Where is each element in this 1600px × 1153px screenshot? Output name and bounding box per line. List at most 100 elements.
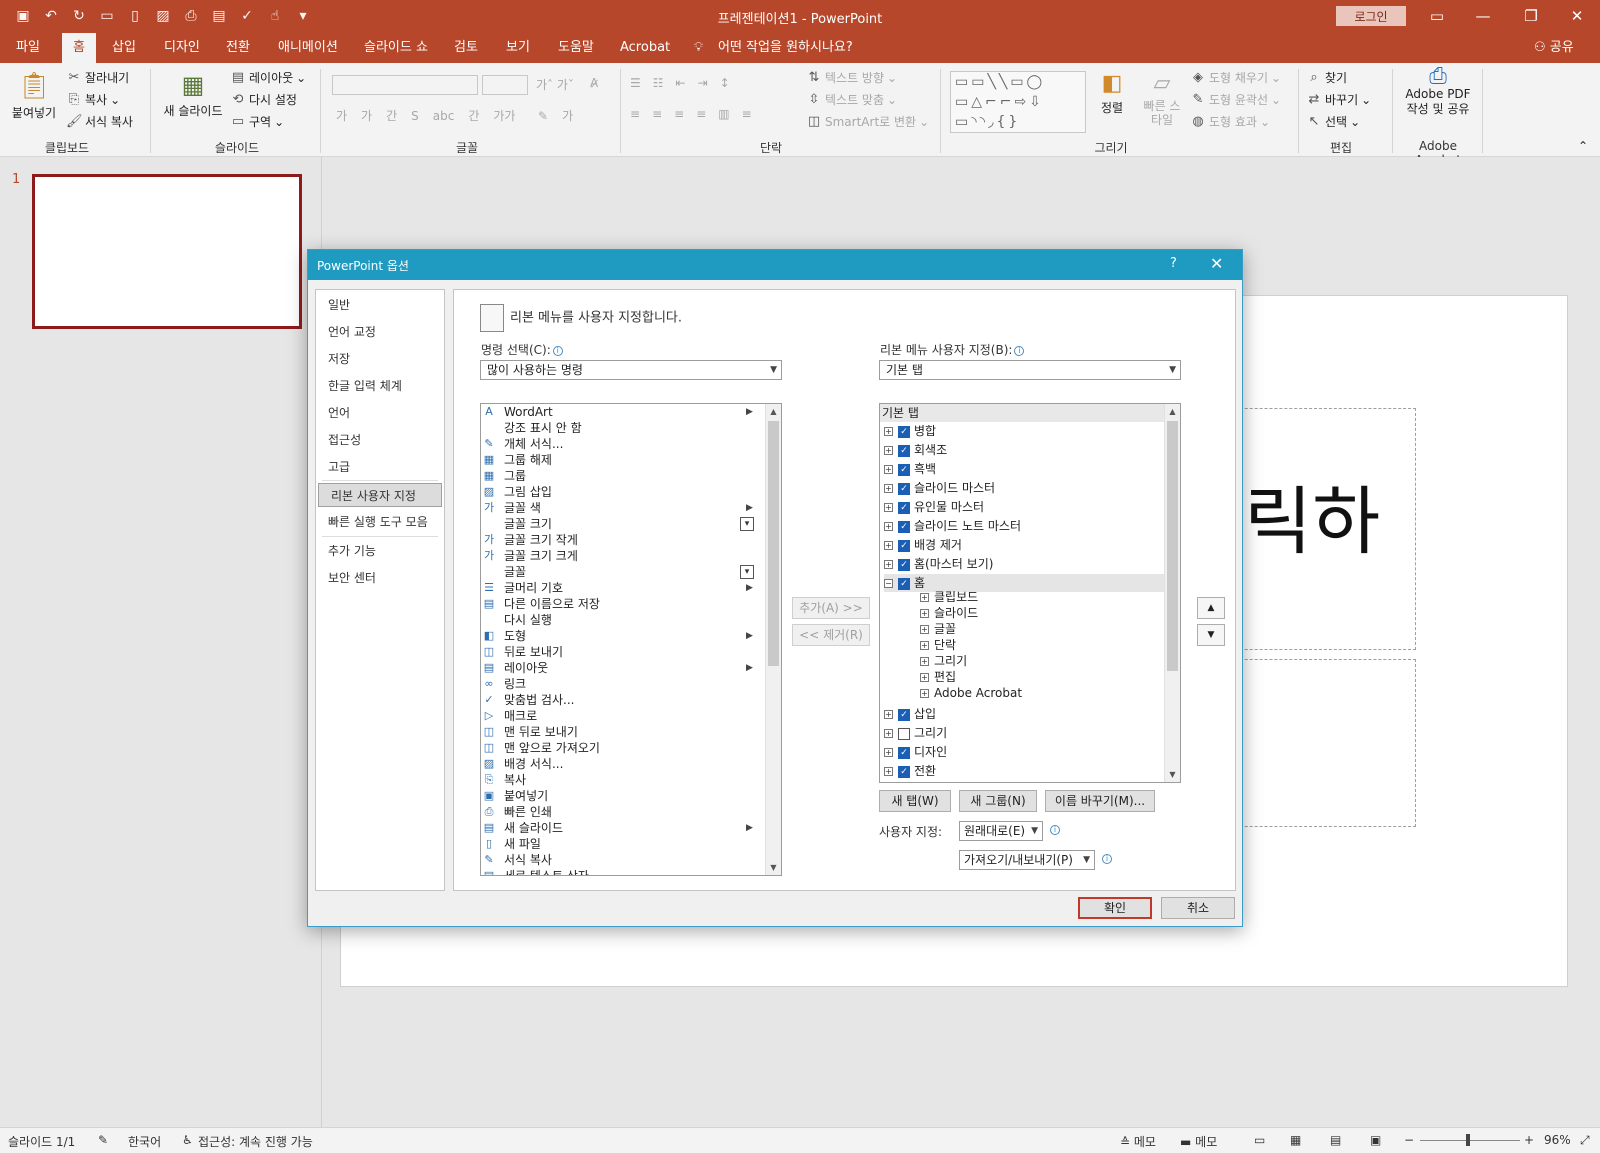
command-item[interactable]: ⎙ 빠른 인쇄 — [481, 804, 761, 820]
slide-thumbnail[interactable] — [32, 174, 302, 329]
add-button[interactable]: 추가(A) >> — [792, 597, 870, 619]
command-item[interactable]: 글꼴 ▾ — [481, 564, 761, 580]
tree-node[interactable]: + ✓ 흑백 — [884, 460, 1164, 478]
tree-node[interactable]: + ✓ 전환 — [884, 762, 1164, 780]
expand-icon[interactable]: + — [884, 541, 893, 550]
tab-checkbox[interactable]: ✓ — [898, 444, 910, 457]
command-item[interactable]: ▣ 붙여넣기 — [481, 788, 761, 804]
commands-scrollbar[interactable]: ▲ ▼ — [765, 404, 781, 875]
nav-save[interactable]: 저장 — [316, 347, 444, 371]
expand-icon[interactable]: + — [884, 503, 893, 512]
tab-home[interactable]: 홈 — [62, 33, 96, 63]
tab-checkbox[interactable]: ✓ — [898, 463, 910, 476]
tab-slideshow[interactable]: 슬라이드 쇼 — [360, 33, 432, 63]
command-item[interactable]: A WordArt ▶ — [481, 404, 761, 420]
remove-button[interactable]: << 제거(R) — [792, 624, 870, 646]
tab-animations[interactable]: 애니메이션 — [274, 33, 342, 63]
expand-icon[interactable]: + — [884, 729, 893, 738]
command-item[interactable]: ▤ 새 슬라이드 ▶ — [481, 820, 761, 836]
tree-node[interactable]: + ✓ 배경 제거 — [884, 536, 1164, 554]
arrange-button[interactable]: ◧ 정렬 — [1092, 71, 1132, 116]
command-item[interactable]: ◫ 맨 앞으로 가져오기 — [481, 740, 761, 756]
tab-file[interactable]: 파일 — [12, 33, 44, 63]
expand-icon[interactable]: + — [884, 427, 893, 436]
tab-design[interactable]: 디자인 — [160, 33, 204, 63]
new-group-button[interactable]: 새 그룹(N) — [959, 790, 1037, 812]
tree-scrollbar[interactable]: ▲ ▼ — [1164, 404, 1180, 782]
tree-node[interactable]: + ✓ 삽입 — [884, 705, 1164, 723]
move-down-button[interactable]: ▼ — [1197, 624, 1225, 646]
nav-trust-center[interactable]: 보안 센터 — [316, 566, 444, 590]
command-item[interactable]: ∞ 링크 — [481, 676, 761, 692]
copy-button[interactable]: ⎘ 복사 ⌄ — [66, 91, 120, 108]
normal-view-icon[interactable]: ▭ — [1254, 1133, 1265, 1147]
customize-ribbon-select[interactable]: 기본 탭 ▼ — [879, 360, 1181, 380]
collapse-icon[interactable]: − — [884, 579, 893, 588]
move-up-button[interactable]: ▲ — [1197, 597, 1225, 619]
command-item[interactable]: ◫ 맨 뒤로 보내기 — [481, 724, 761, 740]
spelling-status-icon[interactable]: ✎ — [98, 1133, 108, 1147]
tree-node[interactable]: + ✓ 슬라이드 노트 마스터 — [884, 517, 1164, 535]
tree-node[interactable]: + Adobe Acrobat — [920, 684, 1164, 702]
dialog-close-icon[interactable]: ✕ — [1210, 254, 1223, 273]
close-icon[interactable]: ✕ — [1554, 4, 1600, 28]
nav-advanced[interactable]: 고급 — [316, 455, 444, 479]
command-item[interactable]: ✓ 맞춤법 검사... — [481, 692, 761, 708]
command-item[interactable]: 가 글꼴 크기 크게 — [481, 548, 761, 564]
command-item[interactable]: 가 글꼴 크기 작게 — [481, 532, 761, 548]
share-button[interactable]: ⚇ 공유 — [1530, 33, 1578, 63]
section-button[interactable]: ▭ 구역 ⌄ — [230, 113, 284, 130]
nav-language[interactable]: 언어 — [316, 401, 444, 425]
rename-button[interactable]: 이름 바꾸기(M)... — [1045, 790, 1155, 812]
format-painter-button[interactable]: 🖌︎ 서식 복사 — [66, 113, 133, 130]
new-tab-button[interactable]: 새 탭(W) — [879, 790, 951, 812]
nav-accessibility[interactable]: 접근성 — [316, 428, 444, 452]
expand-icon[interactable]: + — [920, 625, 929, 634]
slideshow-view-icon[interactable]: ▣ — [1370, 1133, 1381, 1147]
command-item[interactable]: 다시 실행 — [481, 612, 761, 628]
tree-node[interactable]: + ✓ 홈(마스터 보기) — [884, 555, 1164, 573]
zoom-slider[interactable] — [1420, 1140, 1520, 1141]
expand-icon[interactable]: + — [884, 767, 893, 776]
tree-node[interactable]: +✓애니메이션 — [884, 781, 1164, 782]
expand-icon[interactable]: + — [920, 689, 929, 698]
tree-node[interactable]: + ✓ 유인물 마스터 — [884, 498, 1164, 516]
tab-help[interactable]: 도움말 — [554, 33, 598, 63]
command-item[interactable]: 강조 표시 안 함 — [481, 420, 761, 436]
scroll-thumb[interactable] — [768, 421, 779, 666]
tab-checkbox[interactable]: ✓ — [898, 501, 910, 514]
command-item[interactable]: ▨ 그림 삽입 — [481, 484, 761, 500]
ok-button[interactable]: 확인 — [1078, 897, 1152, 919]
ribbon-tabs-tree[interactable]: 기본 탭 + ✓ 병합 + ✓ 회색조 + ✓ 흑백 + ✓ 슬라이드 마스터 + ✓ 유인물 마스터 + ✓ 슬… — [879, 403, 1181, 783]
tab-checkbox[interactable]: ✓ — [898, 520, 910, 533]
cancel-button[interactable]: 취소 — [1161, 897, 1235, 919]
expand-icon[interactable]: + — [884, 446, 893, 455]
cut-button[interactable]: ✂ 잘라내기 — [66, 69, 130, 86]
font-size-combo[interactable] — [482, 75, 528, 95]
shapes-gallery[interactable]: ▭▭╲╲▭◯ ▭△⌐⌐⇨⇩ ▭◝◝◞{} — [950, 71, 1086, 133]
expand-icon[interactable]: + — [920, 609, 929, 618]
command-item[interactable]: ▦ 그룹 — [481, 468, 761, 484]
scroll-thumb[interactable] — [1167, 421, 1178, 671]
tab-checkbox[interactable]: ✓ — [898, 765, 910, 778]
nav-general[interactable]: 일반 — [316, 293, 444, 317]
tab-checkbox[interactable]: ✓ — [898, 746, 910, 759]
minimize-icon[interactable]: — — [1460, 4, 1506, 28]
tab-view[interactable]: 보기 — [502, 33, 534, 63]
tab-checkbox[interactable]: ✓ — [898, 577, 910, 590]
comments-button[interactable]: ▬ 메모 — [1180, 1133, 1217, 1150]
command-item[interactable]: ◧ 도형 ▶ — [481, 628, 761, 644]
zoom-slider-thumb[interactable] — [1466, 1134, 1470, 1146]
expand-icon[interactable]: + — [884, 560, 893, 569]
nav-proofing[interactable]: 언어 교정 — [316, 320, 444, 344]
nav-korean-ime[interactable]: 한글 입력 체계 — [316, 374, 444, 398]
tab-review[interactable]: 검토 — [450, 33, 482, 63]
reset-button[interactable]: ⟲ 다시 설정 — [230, 91, 297, 108]
scroll-up-icon[interactable]: ▲ — [1165, 404, 1180, 419]
choose-commands-select[interactable]: 많이 사용하는 명령 ▼ — [480, 360, 782, 380]
tree-node[interactable]: + ✓ 그리기 — [884, 724, 1164, 742]
tab-checkbox[interactable]: ✓ — [898, 708, 910, 721]
reading-view-icon[interactable]: ▤ — [1330, 1133, 1341, 1147]
expand-icon[interactable]: + — [884, 710, 893, 719]
tell-me-search[interactable]: 어떤 작업을 원하시나요? — [714, 33, 857, 63]
